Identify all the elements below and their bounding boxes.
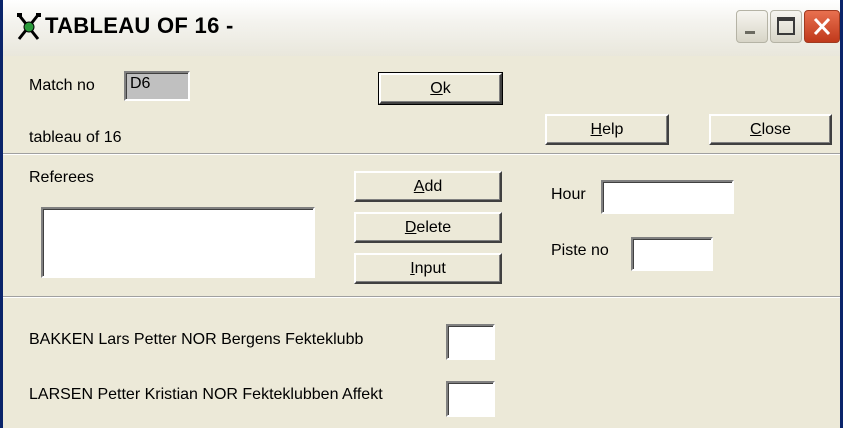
add-referee-button[interactable]: Add — [354, 171, 502, 202]
piste-no-label: Piste no — [551, 242, 609, 259]
dialog-content: Match no D6 tableau of 16 Ok Help Close … — [3, 56, 840, 428]
ok-hotkey: O — [430, 80, 443, 97]
fencing-swords-icon — [17, 13, 41, 40]
delete-label: elete — [416, 219, 452, 236]
round-text: tableau of 16 — [29, 129, 122, 146]
window-title: TABLEAU OF 16 - — [45, 13, 234, 38]
fencer-1-score-input[interactable] — [446, 324, 495, 360]
input-label: nput — [414, 260, 446, 277]
add-label: dd — [424, 178, 443, 195]
close-button[interactable]: Close — [709, 114, 832, 145]
fencer-2-name: LARSEN Petter Kristian NOR Fekteklubben … — [29, 386, 383, 403]
delete-referee-button[interactable]: Delete — [354, 212, 502, 243]
input-referee-button[interactable]: Input — [354, 253, 502, 284]
fencer-2-score-input[interactable] — [446, 381, 495, 417]
help-label: elp — [602, 121, 624, 138]
piste-no-input[interactable] — [631, 237, 713, 271]
hour-label: Hour — [551, 186, 586, 203]
match-no-label: Match no — [29, 77, 95, 94]
close-label: lose — [761, 121, 791, 138]
title-bar[interactable]: TABLEAU OF 16 - — [3, 0, 840, 56]
match-no-field: D6 — [124, 71, 190, 101]
ok-button[interactable]: Ok — [378, 72, 503, 105]
fencer-1-name: BAKKEN Lars Petter NOR Bergens Fekteklub… — [29, 331, 364, 348]
hour-input[interactable] — [601, 180, 734, 214]
ok-label: k — [442, 80, 451, 97]
add-hotkey: A — [413, 178, 425, 195]
referees-label: Referees — [29, 169, 94, 186]
referees-list[interactable] — [41, 207, 315, 278]
dialog-window: TABLEAU OF 16 - Match no D6 tableau of 1… — [0, 0, 843, 428]
close-hotkey: C — [750, 121, 762, 138]
help-button[interactable]: Help — [545, 114, 669, 145]
separator-bottom — [3, 296, 840, 298]
close-window-button[interactable] — [804, 10, 840, 43]
minimize-icon — [745, 31, 755, 34]
maximize-button[interactable] — [770, 10, 802, 43]
minimize-button[interactable] — [736, 10, 768, 43]
maximize-icon — [777, 17, 795, 35]
help-hotkey: H — [590, 121, 603, 138]
delete-hotkey: D — [404, 219, 417, 236]
match-no-value: D6 — [130, 75, 151, 92]
separator-top — [3, 153, 840, 155]
close-icon — [813, 17, 831, 36]
